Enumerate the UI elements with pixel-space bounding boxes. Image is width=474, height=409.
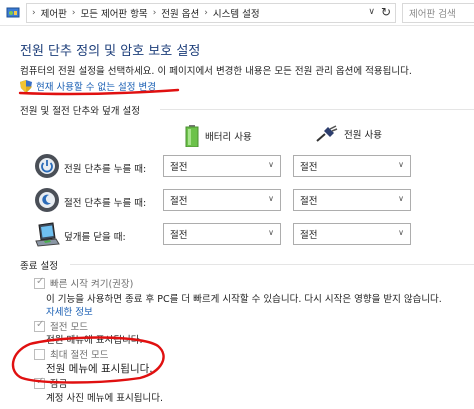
underline-annotation bbox=[18, 88, 180, 96]
red-annotation-marks bbox=[11, 88, 180, 384]
circle-annotation bbox=[11, 336, 165, 384]
